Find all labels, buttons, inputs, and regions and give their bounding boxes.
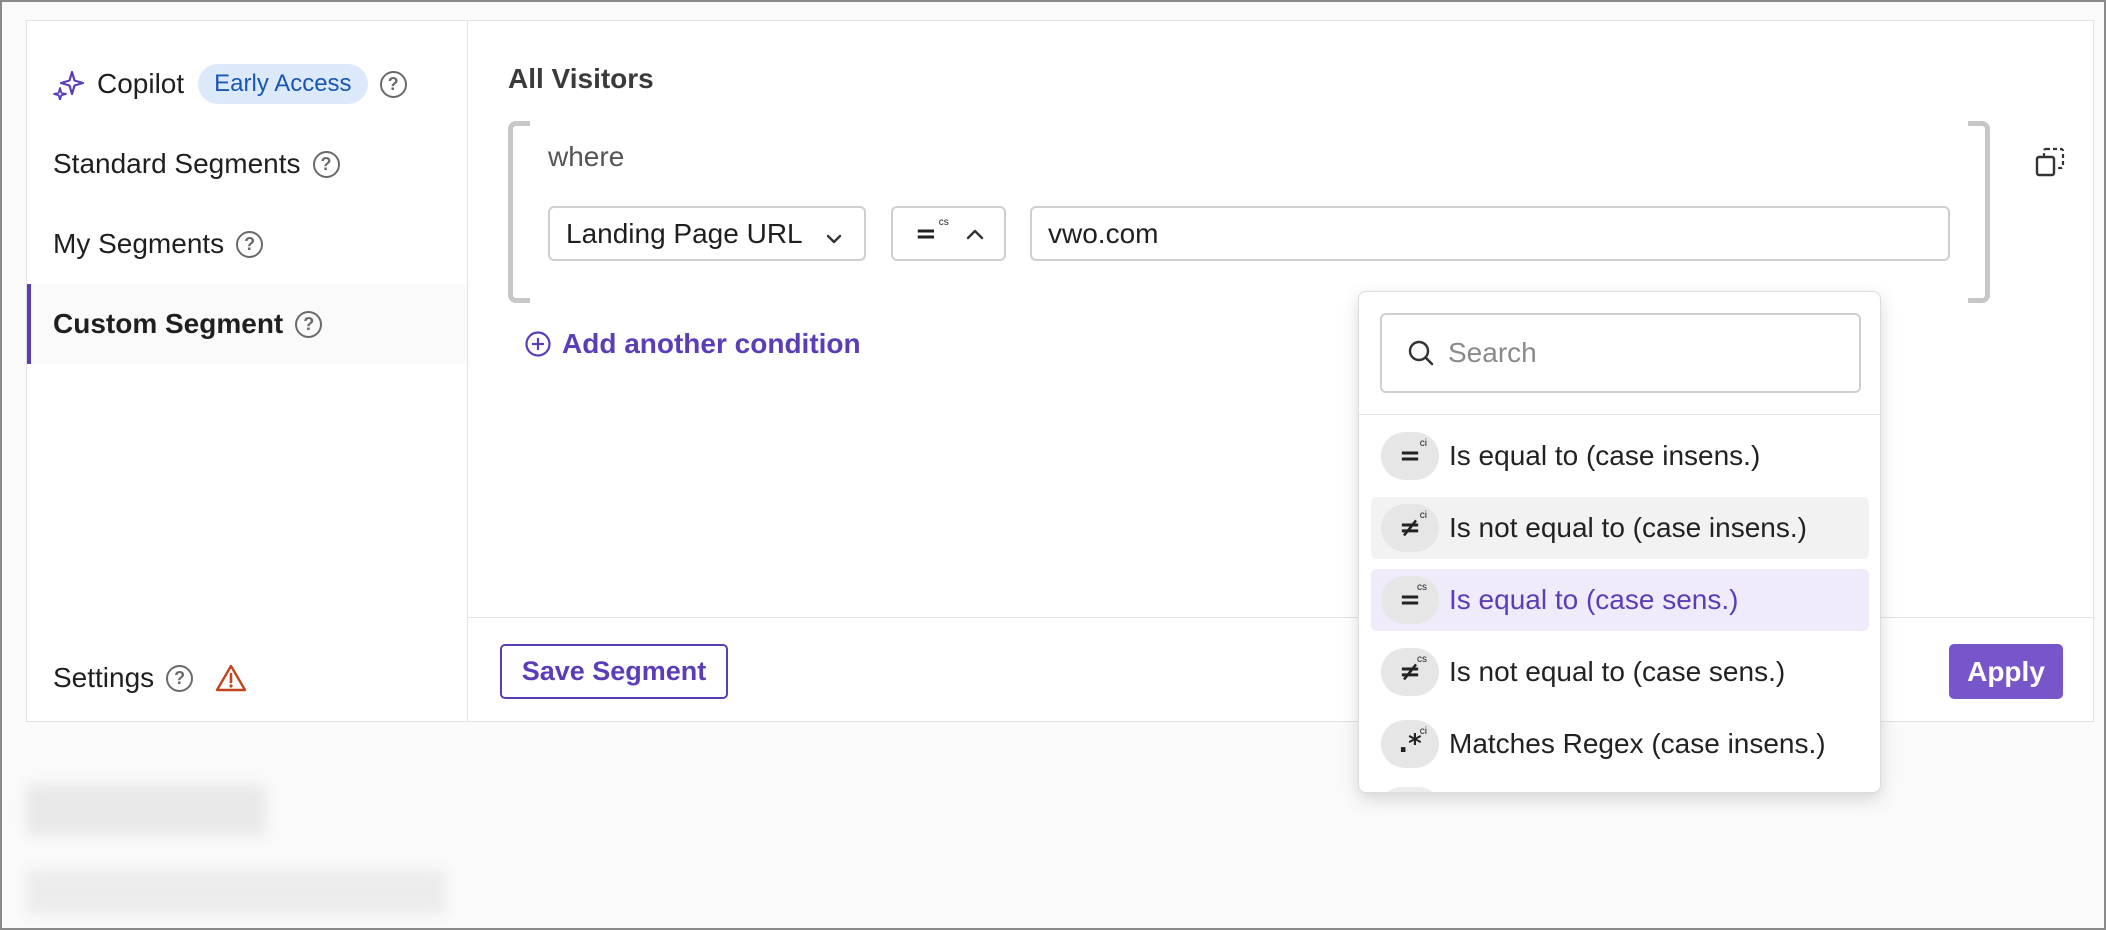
condition-value-input[interactable] xyxy=(1030,206,1950,261)
option-label: Matches Regex (case insens.) xyxy=(1449,728,1826,759)
sparkle-icon xyxy=(53,68,85,100)
help-icon[interactable]: ? xyxy=(379,70,407,98)
search-input[interactable] xyxy=(1448,337,1848,369)
option-partial-next-icon xyxy=(1381,787,1439,792)
condition-group-bracket-left xyxy=(508,121,530,303)
copilot-label: Copilot xyxy=(97,68,185,99)
segment-editor: All Visitors where Landing Page URL =cs xyxy=(468,21,2095,793)
blurred-content xyxy=(26,870,446,914)
sidebar-item-label: Standard Segments xyxy=(53,148,301,179)
chevron-down-icon xyxy=(824,224,844,256)
segment-sidebar: Copilot Early Access ? Standard Segments… xyxy=(27,21,468,721)
field-select-value: Landing Page URL xyxy=(566,217,803,249)
sidebar-item-copilot[interactable]: Copilot Early Access ? xyxy=(27,44,467,124)
option-label: Is not equal to (case sens.) xyxy=(1449,656,1786,687)
equals-ci-icon: = ci xyxy=(1381,432,1439,480)
operator-select[interactable]: = cs xyxy=(891,206,1006,261)
operator-dropdown: =ci Is equal to (case insens.) ≠ci Is no… xyxy=(1358,291,1881,793)
apply-button[interactable]: Apply xyxy=(1949,644,2063,699)
condition-group-bracket-right xyxy=(1968,121,1990,303)
operator-equals-cs-icon: = cs xyxy=(915,216,949,249)
sidebar-item-my-segments[interactable]: My Segments ? xyxy=(27,204,467,284)
option-label: Is not equal to (case insens.) xyxy=(1449,512,1807,543)
search-icon xyxy=(1406,338,1436,368)
option-equals-case-sensitive[interactable]: = cs Is equal to (case sens.) xyxy=(1371,569,1869,631)
sidebar-item-standard-segments[interactable]: Standard Segments ? xyxy=(27,124,467,204)
window-frame: Copilot Early Access ? Standard Segments… xyxy=(0,0,2106,930)
copy-icon[interactable] xyxy=(2034,146,2066,183)
sidebar-item-custom-segment[interactable]: Custom Segment ? xyxy=(27,284,467,364)
option-label: Is equal to (case sens.) xyxy=(1449,584,1739,615)
plus-circle-icon xyxy=(524,330,552,358)
option-equals-case-insensitive[interactable]: = ci Is equal to (case insens.) xyxy=(1371,425,1869,487)
blurred-content xyxy=(26,784,266,836)
dropdown-search[interactable] xyxy=(1380,313,1861,393)
help-icon[interactable]: ? xyxy=(295,310,323,338)
settings-label: Settings xyxy=(53,662,155,693)
equals-cs-icon: = cs xyxy=(1381,576,1439,624)
help-icon[interactable]: ? xyxy=(236,230,264,258)
help-icon[interactable]: ? xyxy=(312,150,340,178)
save-segment-button[interactable]: Save Segment xyxy=(500,644,728,699)
where-label: where xyxy=(548,141,625,172)
dropdown-divider xyxy=(1359,414,1880,415)
option-not-equals-case-sensitive[interactable]: ≠ cs Is not equal to (case sens.) xyxy=(1371,641,1869,703)
option-matches-regex-case-insensitive[interactable]: .* ci Matches Regex (case insens.) xyxy=(1371,713,1869,775)
option-label: Is equal to (case insens.) xyxy=(1449,440,1761,471)
sidebar-item-label: Custom Segment xyxy=(53,308,284,339)
not-equals-cs-icon: ≠ cs xyxy=(1381,648,1439,696)
not-equals-ci-icon: ≠ ci xyxy=(1381,504,1439,552)
field-select[interactable]: Landing Page URL xyxy=(548,206,866,261)
sidebar-item-label: My Segments xyxy=(53,228,225,259)
sidebar-item-settings[interactable]: Settings ? xyxy=(27,638,467,718)
regex-ci-icon: .* ci xyxy=(1381,720,1439,768)
early-access-badge: Early Access xyxy=(198,64,368,104)
section-title: All Visitors xyxy=(508,63,654,94)
add-condition-label: Add another condition xyxy=(562,328,861,359)
chevron-up-icon xyxy=(964,224,986,251)
warning-icon xyxy=(215,664,247,692)
segment-panel: Copilot Early Access ? Standard Segments… xyxy=(26,20,2095,793)
option-not-equals-case-insensitive[interactable]: ≠ ci Is not equal to (case insens.) xyxy=(1371,497,1869,559)
add-condition-button[interactable]: Add another condition xyxy=(524,328,861,360)
help-icon[interactable]: ? xyxy=(166,664,194,692)
